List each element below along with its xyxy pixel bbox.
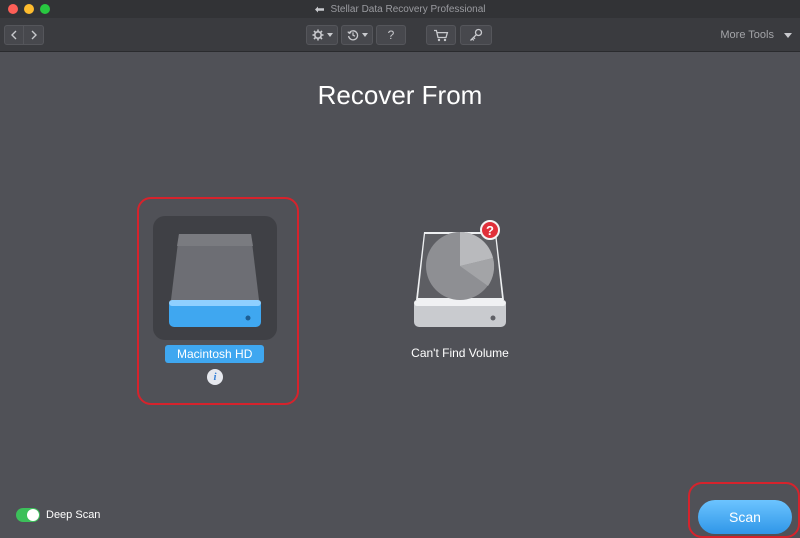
deep-scan-control: Deep Scan	[16, 508, 100, 522]
close-window-button[interactable]	[8, 4, 18, 14]
scan-button[interactable]: Scan	[698, 500, 792, 534]
drive-label-cant-find-volume[interactable]: Can't Find Volume	[398, 346, 522, 360]
history-button[interactable]	[341, 25, 373, 45]
toggle-knob	[27, 509, 39, 521]
deep-scan-label: Deep Scan	[46, 509, 101, 521]
history-dropdown-icon	[361, 33, 368, 37]
app-logo-icon	[315, 6, 325, 12]
toolbar: ? More Tools	[0, 18, 800, 52]
window-title: Stellar Data Recovery Professional	[314, 3, 486, 15]
title-bar: Stellar Data Recovery Professional	[0, 0, 800, 18]
page-title: Recover From	[317, 80, 483, 110]
zoom-window-button[interactable]	[40, 4, 50, 14]
drive-tile-cant-find-volume[interactable]	[398, 216, 522, 340]
cart-button[interactable]	[426, 25, 456, 45]
more-tools-label: More Tools	[720, 29, 774, 41]
info-icon[interactable]: i	[207, 369, 223, 385]
hard-drive-question-icon	[414, 232, 506, 327]
history-icon	[346, 30, 358, 41]
help-icon: ?	[387, 28, 395, 42]
minimize-window-button[interactable]	[24, 4, 34, 14]
forward-button[interactable]	[24, 25, 44, 45]
more-tools-menu[interactable]: More Tools	[720, 29, 792, 41]
chevron-left-icon	[11, 30, 17, 40]
question-badge: ?	[480, 220, 500, 240]
deep-scan-toggle[interactable]	[16, 508, 40, 522]
help-button[interactable]: ?	[376, 25, 406, 45]
hard-drive-icon	[169, 234, 261, 327]
chevron-right-icon	[31, 30, 37, 40]
window-controls	[8, 4, 50, 14]
drive-label-macintosh-hd[interactable]: Macintosh HD	[165, 345, 265, 363]
window-title-text: Stellar Data Recovery Professional	[330, 3, 486, 15]
drive-tile-macintosh-hd[interactable]	[153, 216, 277, 340]
settings-button[interactable]	[306, 25, 338, 45]
chevron-down-icon	[784, 32, 792, 38]
settings-dropdown-icon	[326, 33, 333, 37]
cart-icon	[434, 29, 449, 41]
navigation-group	[4, 25, 44, 45]
key-icon	[470, 28, 483, 41]
back-button[interactable]	[4, 25, 24, 45]
gear-icon	[312, 29, 323, 41]
activation-key-button[interactable]	[460, 25, 492, 45]
